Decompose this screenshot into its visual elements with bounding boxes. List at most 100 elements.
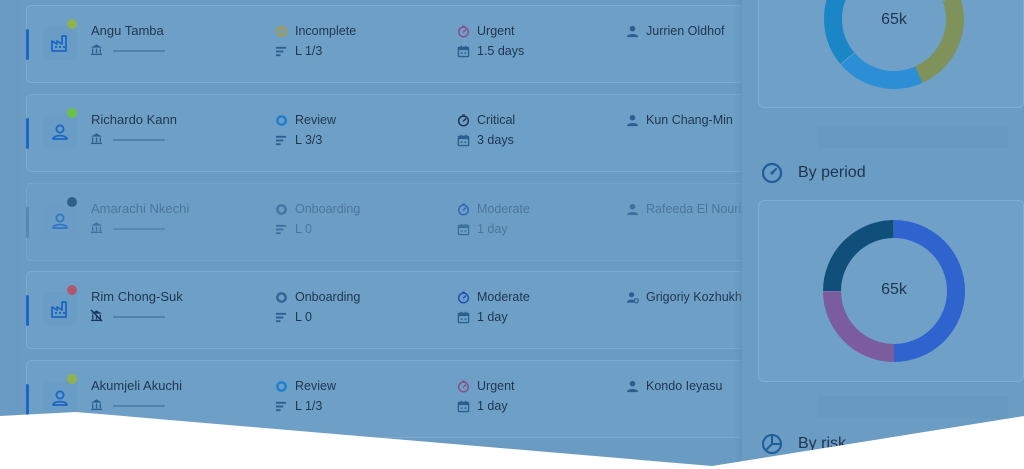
- clock-icon: [457, 379, 470, 393]
- duration-label: 1 day: [477, 310, 508, 324]
- status-icon: [276, 203, 287, 215]
- status-icon: [276, 291, 287, 303]
- pie-chart-icon: [762, 434, 782, 454]
- level-icon: [275, 224, 287, 234]
- owner-name: Rafeeda El Nouri: [646, 202, 742, 216]
- duration-label: 3 days: [477, 133, 514, 147]
- user-icon: [50, 388, 70, 408]
- priority-cell[interactable]: Moderate: [457, 202, 530, 216]
- status-cell[interactable]: Review: [275, 113, 336, 127]
- task-card[interactable]: Angu Tamba Incomplete L 1/3 Urgent 1.5 days J…: [26, 5, 826, 83]
- card-accent: [26, 118, 29, 149]
- status-icon: [276, 114, 287, 126]
- top-chart-value: 65k: [881, 11, 907, 28]
- priority-cell[interactable]: Urgent: [457, 379, 515, 393]
- status-label: Incomplete: [295, 24, 357, 38]
- level-label: L 1/3: [295, 44, 323, 58]
- progress-bar: [113, 50, 165, 52]
- level-label: L 0: [295, 222, 312, 236]
- person-name[interactable]: Akumjeli Akuchi: [91, 378, 182, 393]
- priority-cell[interactable]: Critical: [457, 113, 515, 127]
- level-icon: [275, 401, 287, 411]
- status-cell[interactable]: Incomplete: [275, 24, 356, 38]
- clock-icon: [457, 24, 470, 38]
- level-cell: L 3/3: [275, 133, 322, 147]
- progress-bar: [113, 228, 165, 230]
- priority-label: Urgent: [477, 379, 515, 393]
- card-underlay: [818, 126, 1008, 148]
- user-icon: [626, 380, 639, 392]
- bank-icon: [90, 43, 103, 56]
- status-dot: [67, 374, 77, 384]
- owner-name: Jurrien Oldhof: [646, 24, 725, 38]
- avatar: [43, 381, 77, 415]
- level-cell: L 0: [275, 310, 312, 324]
- duration-label: 1 day: [477, 399, 508, 413]
- gauge-icon: [761, 162, 783, 184]
- status-icon: [276, 380, 287, 392]
- status-label: Review: [295, 379, 336, 393]
- left-strip: [8, 0, 18, 469]
- status-dot: [67, 19, 77, 29]
- app-stage: Angu Tamba Incomplete L 1/3 Urgent 1.5 days J…: [0, 0, 1024, 469]
- clock-icon: [457, 290, 470, 304]
- priority-label: Moderate: [477, 290, 530, 304]
- level-cell: L 1/3: [275, 399, 322, 413]
- card-accent: [26, 29, 29, 60]
- task-card[interactable]: Akumjeli Akuchi Review L 1/3 Urgent 1 day Kon…: [26, 360, 826, 438]
- bank-icon: [90, 132, 103, 145]
- person-name[interactable]: Angu Tamba: [91, 23, 164, 38]
- status-label: Review: [295, 113, 336, 127]
- task-card[interactable]: Richardo Kann Review L 3/3 Critical 3 days Ku…: [26, 94, 826, 172]
- bank-icon: [90, 398, 103, 411]
- factory-icon: [50, 299, 70, 319]
- bank-icon: [90, 221, 103, 234]
- level-cell: L 1/3: [275, 44, 322, 58]
- clock-icon: [457, 113, 470, 127]
- avatar: [43, 204, 77, 238]
- by-period-title: By period: [798, 164, 866, 181]
- status-dot: [67, 197, 77, 207]
- level-cell: L 0: [275, 222, 312, 236]
- level-label: L 1/3: [295, 399, 323, 413]
- task-card[interactable]: Rim Chong-Suk Onboarding L 0 Moderate 1 day G…: [26, 271, 826, 349]
- status-cell[interactable]: Review: [275, 379, 336, 393]
- calendar-icon: [457, 134, 470, 146]
- priority-cell[interactable]: Moderate: [457, 290, 530, 304]
- duration-cell: 1.5 days: [457, 44, 524, 58]
- period-chart-value: 65k: [881, 281, 907, 298]
- owner-name: Kun Chang-Min: [646, 113, 733, 127]
- priority-label: Critical: [477, 113, 516, 127]
- person-name[interactable]: Rim Chong-Suk: [91, 289, 183, 304]
- duration-label: 1.5 days: [477, 44, 525, 58]
- priority-label: Urgent: [477, 24, 515, 38]
- person-name[interactable]: Amarachi Nkechi: [91, 201, 189, 216]
- status-cell[interactable]: Onboarding: [275, 290, 360, 304]
- status-dot: [67, 108, 77, 118]
- calendar-icon: [457, 45, 470, 57]
- priority-label: Moderate: [477, 202, 530, 216]
- calendar-icon: [457, 223, 470, 235]
- duration-cell: 1 day: [457, 222, 508, 236]
- owner-name: Kondo Ieyasu: [646, 379, 723, 393]
- card-accent: [26, 207, 29, 238]
- user-icon: [626, 25, 639, 37]
- person-name[interactable]: Richardo Kann: [91, 112, 177, 127]
- avatar: [43, 115, 77, 149]
- user-icon: [626, 203, 639, 215]
- bank-off-icon: [90, 309, 103, 322]
- user-icon: [50, 122, 70, 142]
- task-card[interactable]: Amarachi Nkechi Onboarding L 0 Moderate 1 da…: [26, 183, 826, 261]
- priority-cell[interactable]: Urgent: [457, 24, 515, 38]
- card-accent: [26, 384, 29, 415]
- level-label: L 3/3: [295, 133, 323, 147]
- card-underlay-2: [818, 396, 1008, 418]
- status-cell[interactable]: Onboarding: [275, 202, 360, 216]
- card-accent: [26, 295, 29, 326]
- level-icon: [275, 46, 287, 56]
- level-icon: [275, 312, 287, 322]
- status-dot: [67, 285, 77, 295]
- clock-icon: [457, 202, 470, 216]
- user-icon: [50, 211, 70, 231]
- user-settings-icon: [626, 291, 639, 303]
